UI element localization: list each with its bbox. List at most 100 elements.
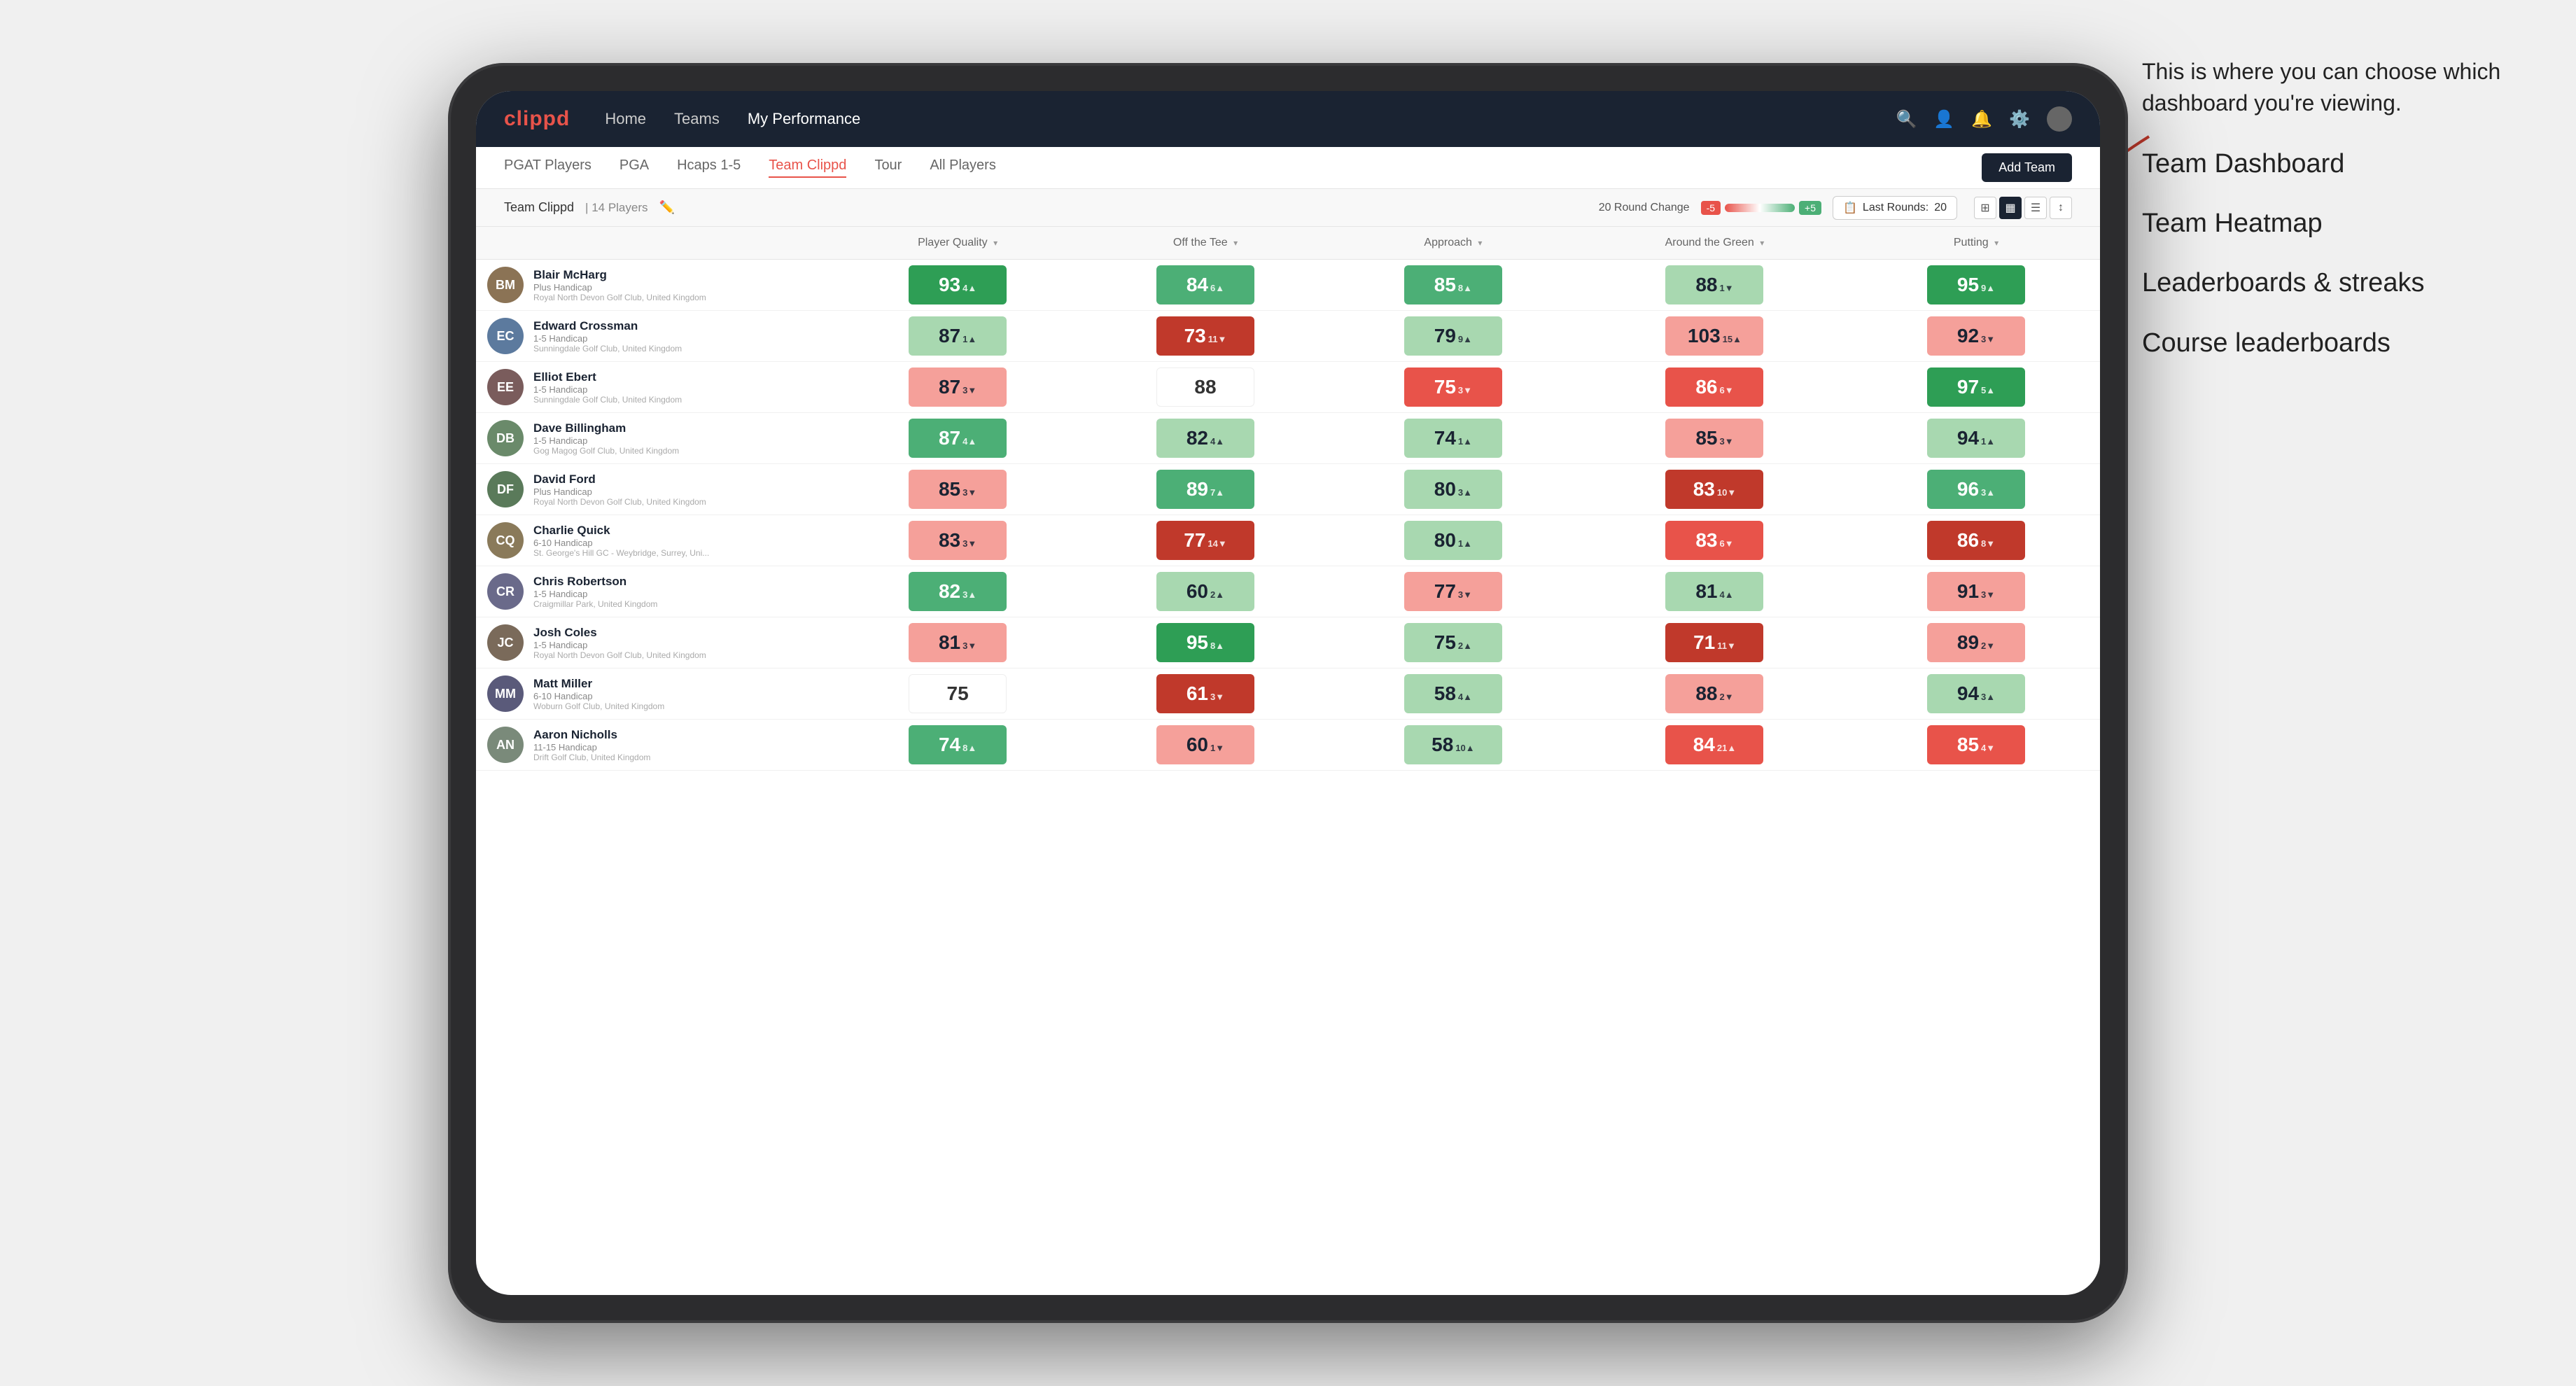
player-tbody: BM Blair McHarg Plus Handicap Royal Nort… — [476, 260, 2100, 771]
score-box: 58 4▲ — [1404, 674, 1502, 713]
bell-icon[interactable]: 🔔 — [1971, 109, 1992, 130]
table-row[interactable]: DF David Ford Plus Handicap Royal North … — [476, 464, 2100, 515]
score-cell-quality: 83 3▼ — [834, 515, 1082, 566]
table-row[interactable]: AN Aaron Nicholls 11-15 Handicap Drift G… — [476, 720, 2100, 771]
score-box: 85 3▼ — [1665, 419, 1763, 458]
score-box: 95 9▲ — [1927, 265, 2025, 304]
user-icon[interactable]: 👤 — [1933, 109, 1954, 130]
grid-view-button[interactable]: ⊞ — [1974, 197, 1996, 219]
badge-pos: +5 — [1799, 201, 1821, 215]
score-inner: 103 15▲ — [1688, 325, 1742, 347]
sort-icon: ▾ — [993, 238, 997, 248]
score-cell-quality: 81 3▼ — [834, 617, 1082, 668]
score-inner: 87 3▼ — [939, 376, 976, 398]
score-box: 94 1▲ — [1927, 419, 2025, 458]
table-row[interactable]: CQ Charlie Quick 6-10 Handicap St. Georg… — [476, 515, 2100, 566]
player-avatar: CR — [487, 573, 524, 610]
table-row[interactable]: EC Edward Crossman 1-5 Handicap Sunningd… — [476, 311, 2100, 362]
score-inner: 74 8▲ — [939, 734, 976, 756]
col-header-quality[interactable]: Player Quality ▾ — [834, 227, 1082, 260]
score-cell-approach: 75 3▼ — [1329, 362, 1577, 413]
score-cell-putting: 96 3▲ — [1852, 464, 2100, 515]
settings-icon[interactable]: ⚙️ — [2009, 109, 2030, 130]
player-avatar: EE — [487, 369, 524, 405]
score-num: 95 — [1957, 274, 1979, 296]
nav-item-my-performance[interactable]: My Performance — [748, 110, 860, 128]
sub-nav-item-pga[interactable]: PGA — [620, 158, 649, 178]
sub-nav-item-pgat-players[interactable]: PGAT Players — [504, 158, 592, 178]
table-row[interactable]: MM Matt Miller 6-10 Handicap Woburn Golf… — [476, 668, 2100, 720]
edit-icon[interactable]: ✏️ — [659, 200, 675, 215]
score-box: 84 6▲ — [1156, 265, 1254, 304]
table-row[interactable]: BM Blair McHarg Plus Handicap Royal Nort… — [476, 260, 2100, 311]
heatmap-view-button[interactable]: ▦ — [1999, 197, 2022, 219]
score-box: 81 3▼ — [909, 623, 1007, 662]
score-num: 80 — [1434, 529, 1456, 552]
sub-nav-item-all-players[interactable]: All Players — [930, 158, 995, 178]
score-cell-approach: 85 8▲ — [1329, 260, 1577, 311]
score-box: 79 9▲ — [1404, 316, 1502, 356]
score-num: 71 — [1693, 631, 1715, 654]
sub-nav-item-tour[interactable]: Tour — [874, 158, 902, 178]
score-num: 77 — [1184, 529, 1205, 552]
table-row[interactable]: DB Dave Billingham 1-5 Handicap Gog Mago… — [476, 413, 2100, 464]
add-team-button[interactable]: Add Team — [1982, 153, 2072, 182]
last-rounds-button[interactable]: 📋 Last Rounds: 20 — [1833, 196, 1957, 220]
sub-nav-item-hcaps-1-5[interactable]: Hcaps 1-5 — [677, 158, 741, 178]
heatmap-table[interactable]: Player Quality ▾ Off the Tee ▾ Approach … — [476, 227, 2100, 1295]
score-num: 82 — [939, 580, 960, 603]
score-cell-around: 88 1▼ — [1577, 260, 1852, 311]
score-inner: 82 3▲ — [939, 580, 976, 603]
score-cell-quality: 74 8▲ — [834, 720, 1082, 771]
score-cell-putting: 85 4▼ — [1852, 720, 2100, 771]
score-cell-off_tee: 73 11▼ — [1082, 311, 1329, 362]
player-handicap: 1-5 Handicap — [533, 640, 706, 650]
tablet-screen: clippd HomeTeamsMy Performance 🔍 👤 🔔 ⚙️ … — [476, 91, 2100, 1295]
col-header-putting[interactable]: Putting ▾ — [1852, 227, 2100, 260]
table-row[interactable]: JC Josh Coles 1-5 Handicap Royal North D… — [476, 617, 2100, 668]
player-info: Blair McHarg Plus Handicap Royal North D… — [533, 268, 706, 302]
annotation-list-item: Team Heatmap — [2142, 206, 2534, 241]
player-info: Matt Miller 6-10 Handicap Woburn Golf Cl… — [533, 677, 664, 711]
sub-nav-item-team-clippd[interactable]: Team Clippd — [769, 158, 846, 178]
nav-item-teams[interactable]: Teams — [674, 110, 720, 128]
col-header-off-tee[interactable]: Off the Tee ▾ — [1082, 227, 1329, 260]
score-inner: 89 7▲ — [1186, 478, 1224, 500]
main-content: Player Quality ▾ Off the Tee ▾ Approach … — [476, 227, 2100, 1295]
col-header-around[interactable]: Around the Green ▾ — [1577, 227, 1852, 260]
player-club: Craigmillar Park, United Kingdom — [533, 599, 657, 609]
score-num: 73 — [1184, 325, 1206, 347]
score-inner: 85 4▼ — [1957, 734, 1995, 756]
round-change-label: 20 Round Change — [1599, 202, 1690, 214]
score-num: 88 — [1695, 274, 1717, 296]
sort-icon: ▾ — [1760, 238, 1764, 248]
score-inner: 88 — [1194, 376, 1216, 398]
annotation-list-item: Course leaderboards — [2142, 326, 2534, 360]
score-num: 91 — [1957, 580, 1979, 603]
score-box: 77 3▼ — [1404, 572, 1502, 611]
list-view-button[interactable]: ☰ — [2024, 197, 2047, 219]
score-box: 85 3▼ — [909, 470, 1007, 509]
col-header-approach[interactable]: Approach ▾ — [1329, 227, 1577, 260]
score-num: 103 — [1688, 325, 1721, 347]
score-cell-off_tee: 88 — [1082, 362, 1329, 413]
score-inner: 86 6▼ — [1695, 376, 1733, 398]
score-num: 84 — [1186, 274, 1208, 296]
score-inner: 88 2▼ — [1695, 682, 1733, 705]
nav-item-home[interactable]: Home — [605, 110, 646, 128]
score-inner: 95 8▲ — [1186, 631, 1224, 654]
score-box: 87 1▲ — [909, 316, 1007, 356]
player-info: David Ford Plus Handicap Royal North Dev… — [533, 472, 706, 507]
score-num: 85 — [939, 478, 960, 500]
user-avatar[interactable] — [2047, 106, 2072, 132]
player-handicap: 6-10 Handicap — [533, 691, 664, 701]
sort-button[interactable]: ↕ — [2050, 197, 2072, 219]
score-inner: 91 3▼ — [1957, 580, 1995, 603]
score-box: 95 8▲ — [1156, 623, 1254, 662]
score-cell-off_tee: 60 1▼ — [1082, 720, 1329, 771]
player-avatar: DF — [487, 471, 524, 507]
player-info: Elliot Ebert 1-5 Handicap Sunningdale Go… — [533, 370, 682, 405]
table-row[interactable]: EE Elliot Ebert 1-5 Handicap Sunningdale… — [476, 362, 2100, 413]
table-row[interactable]: CR Chris Robertson 1-5 Handicap Craigmil… — [476, 566, 2100, 617]
search-icon[interactable]: 🔍 — [1896, 109, 1917, 130]
